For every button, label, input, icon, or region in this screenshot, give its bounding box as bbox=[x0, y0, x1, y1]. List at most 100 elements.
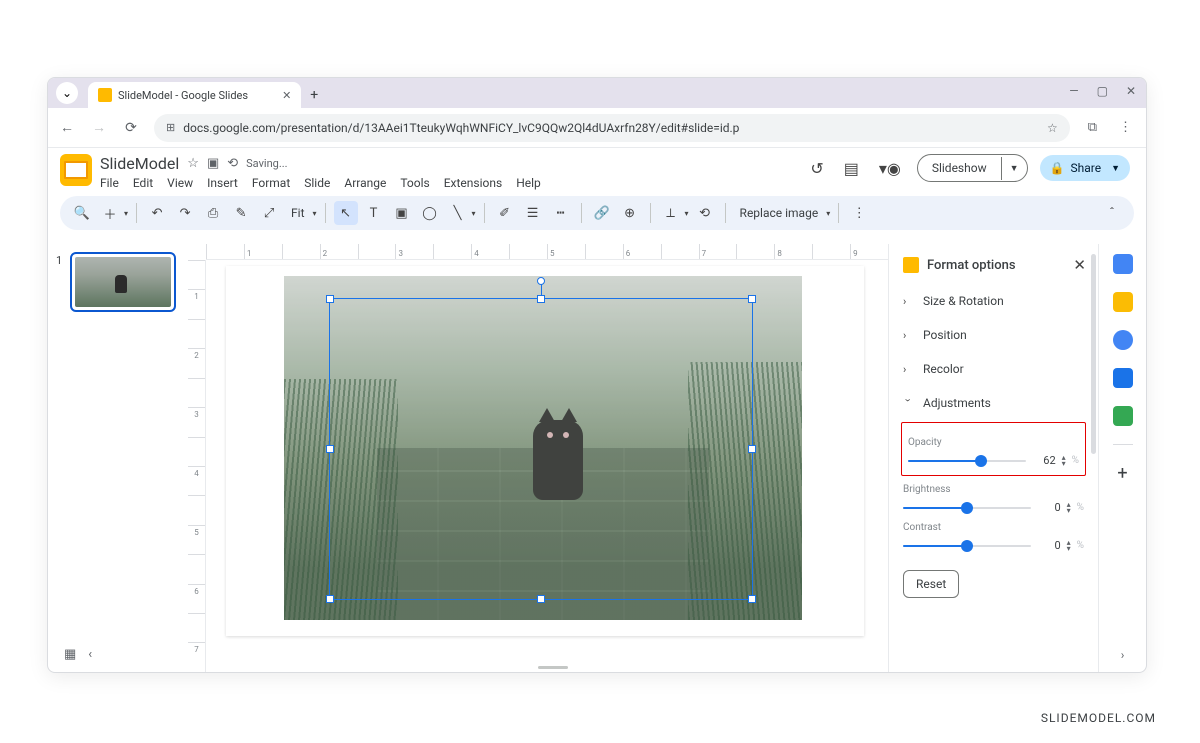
keep-icon[interactable] bbox=[1113, 292, 1133, 312]
site-info-icon[interactable]: ⊞ bbox=[166, 121, 175, 134]
menu-insert[interactable]: Insert bbox=[207, 176, 238, 190]
contrast-stepper[interactable]: ▴▾ bbox=[1067, 540, 1071, 552]
explore-icon[interactable]: ‹ bbox=[88, 647, 92, 662]
link-icon[interactable]: 🔗 bbox=[590, 201, 614, 225]
share-button[interactable]: 🔒 Share ▼ bbox=[1040, 155, 1130, 181]
window-close-icon[interactable]: ✕ bbox=[1126, 84, 1136, 98]
menu-format[interactable]: Format bbox=[252, 176, 290, 190]
textbox-icon[interactable]: T bbox=[362, 201, 386, 225]
comment-icon[interactable]: ⊕ bbox=[618, 201, 642, 225]
rotation-handle[interactable] bbox=[537, 277, 545, 285]
close-panel-icon[interactable]: ✕ bbox=[1073, 256, 1086, 274]
brightness-stepper[interactable]: ▴▾ bbox=[1067, 502, 1071, 514]
border-weight-icon[interactable]: ☰ bbox=[521, 201, 545, 225]
speaker-notes-handle[interactable] bbox=[538, 666, 568, 669]
resize-handle-tr[interactable] bbox=[748, 295, 756, 303]
contrast-slider[interactable] bbox=[903, 545, 1031, 547]
nav-forward-icon[interactable]: → bbox=[90, 119, 108, 136]
section-position[interactable]: ›Position bbox=[889, 318, 1098, 352]
replace-image-dd-icon[interactable]: ▾ bbox=[826, 209, 830, 218]
chrome-menu-icon[interactable]: ⋮ bbox=[1115, 120, 1136, 135]
nav-back-icon[interactable]: ← bbox=[58, 119, 76, 136]
url-field[interactable]: ⊞ docs.google.com/presentation/d/13AAei1… bbox=[154, 114, 1070, 142]
resize-handle-mr[interactable] bbox=[748, 445, 756, 453]
tab-search-button[interactable]: ⌄ bbox=[56, 82, 78, 104]
addons-plus-icon[interactable]: + bbox=[1117, 463, 1127, 484]
extensions-icon[interactable]: ⧉ bbox=[1084, 120, 1101, 135]
section-adjustments[interactable]: ›Adjustments bbox=[889, 386, 1098, 420]
star-icon[interactable]: ☆ bbox=[187, 156, 199, 171]
hide-rail-icon[interactable]: › bbox=[1121, 648, 1125, 662]
menu-slide[interactable]: Slide bbox=[304, 176, 330, 190]
document-title[interactable]: SlideModel bbox=[100, 154, 179, 173]
tasks-icon[interactable] bbox=[1113, 330, 1133, 350]
contrast-value[interactable]: 0 bbox=[1037, 539, 1061, 552]
crop-icon[interactable]: ⟂ bbox=[659, 201, 683, 225]
resize-handle-tm[interactable] bbox=[537, 295, 545, 303]
redo-icon[interactable]: ↷ bbox=[173, 201, 197, 225]
browser-tab[interactable]: SlideModel - Google Slides ✕ bbox=[88, 82, 301, 108]
reset-button[interactable]: Reset bbox=[903, 570, 959, 598]
section-size-rotation[interactable]: ›Size & Rotation bbox=[889, 284, 1098, 318]
menu-view[interactable]: View bbox=[167, 176, 193, 190]
reset-image-icon[interactable]: ⟲ bbox=[693, 201, 717, 225]
opacity-slider[interactable] bbox=[908, 460, 1026, 462]
new-tab-button[interactable]: + bbox=[301, 82, 327, 108]
menu-tools[interactable]: Tools bbox=[400, 176, 429, 190]
line-icon[interactable]: ╲ bbox=[446, 201, 470, 225]
menu-arrange[interactable]: Arrange bbox=[344, 176, 386, 190]
image-icon[interactable]: ▣ bbox=[390, 201, 414, 225]
resize-handle-ml[interactable] bbox=[326, 445, 334, 453]
slide-thumbnail-1[interactable] bbox=[70, 252, 176, 312]
resize-handle-bl[interactable] bbox=[326, 595, 334, 603]
grid-view-icon[interactable]: ▦ bbox=[64, 647, 76, 662]
section-recolor[interactable]: ›Recolor bbox=[889, 352, 1098, 386]
shape-icon[interactable]: ◯ bbox=[418, 201, 442, 225]
paint-format-icon[interactable]: ✎ bbox=[229, 201, 253, 225]
collapse-toolbar-icon[interactable]: ˆ bbox=[1100, 201, 1124, 225]
slideshow-button[interactable]: Slideshow ▼ bbox=[917, 154, 1028, 182]
history-icon[interactable]: ↺ bbox=[806, 155, 827, 182]
zoom-level[interactable]: Fit bbox=[285, 206, 310, 220]
mask-dd-icon[interactable]: ▾ bbox=[685, 209, 689, 218]
cloud-status-icon[interactable]: ⟲ bbox=[227, 156, 238, 171]
move-icon[interactable]: ▣ bbox=[207, 156, 219, 171]
slides-logo-icon[interactable] bbox=[60, 154, 92, 186]
brightness-slider[interactable] bbox=[903, 507, 1031, 509]
window-minimize-icon[interactable]: — bbox=[1069, 84, 1078, 98]
contacts-icon[interactable] bbox=[1113, 368, 1133, 388]
share-dropdown-icon[interactable]: ▼ bbox=[1111, 163, 1120, 174]
opacity-value[interactable]: 62 bbox=[1032, 454, 1056, 467]
menu-edit[interactable]: Edit bbox=[133, 176, 153, 190]
search-menus-icon[interactable]: 🔍 bbox=[70, 201, 94, 225]
line-dd-icon[interactable]: ▾ bbox=[472, 209, 476, 218]
resize-handle-br[interactable] bbox=[748, 595, 756, 603]
select-tool-icon[interactable]: ↖ bbox=[334, 201, 358, 225]
bookmark-star-icon[interactable]: ☆ bbox=[1047, 121, 1058, 135]
menu-file[interactable]: File bbox=[100, 176, 119, 190]
undo-icon[interactable]: ↶ bbox=[145, 201, 169, 225]
nav-reload-icon[interactable]: ⟳ bbox=[122, 120, 140, 136]
border-dash-icon[interactable]: ┅ bbox=[549, 201, 573, 225]
new-slide-icon[interactable]: ＋ bbox=[98, 201, 122, 225]
new-slide-dd-icon[interactable]: ▾ bbox=[124, 209, 128, 218]
resize-handle-bm[interactable] bbox=[537, 595, 545, 603]
meet-icon[interactable]: ▾◉ bbox=[875, 155, 905, 182]
comments-icon[interactable]: ▤ bbox=[840, 155, 863, 182]
brightness-value[interactable]: 0 bbox=[1037, 501, 1061, 514]
menu-extensions[interactable]: Extensions bbox=[444, 176, 502, 190]
zoom-dd-icon[interactable]: ▾ bbox=[313, 209, 317, 218]
slide-canvas[interactable] bbox=[226, 266, 864, 636]
border-color-icon[interactable]: ✐ bbox=[493, 201, 517, 225]
slideshow-dropdown-icon[interactable]: ▼ bbox=[1001, 157, 1027, 180]
maps-icon[interactable] bbox=[1113, 406, 1133, 426]
tab-close-icon[interactable]: ✕ bbox=[282, 89, 291, 102]
more-icon[interactable]: ⋮ bbox=[847, 201, 871, 225]
zoom-icon[interactable]: ⤢ bbox=[257, 201, 281, 225]
menu-help[interactable]: Help bbox=[516, 176, 541, 190]
resize-handle-tl[interactable] bbox=[326, 295, 334, 303]
window-maximize-icon[interactable]: ▢ bbox=[1097, 84, 1108, 98]
opacity-stepper[interactable]: ▴▾ bbox=[1062, 455, 1066, 467]
print-icon[interactable]: ⎙ bbox=[201, 201, 225, 225]
sidebar-scrollbar[interactable] bbox=[1091, 254, 1096, 454]
